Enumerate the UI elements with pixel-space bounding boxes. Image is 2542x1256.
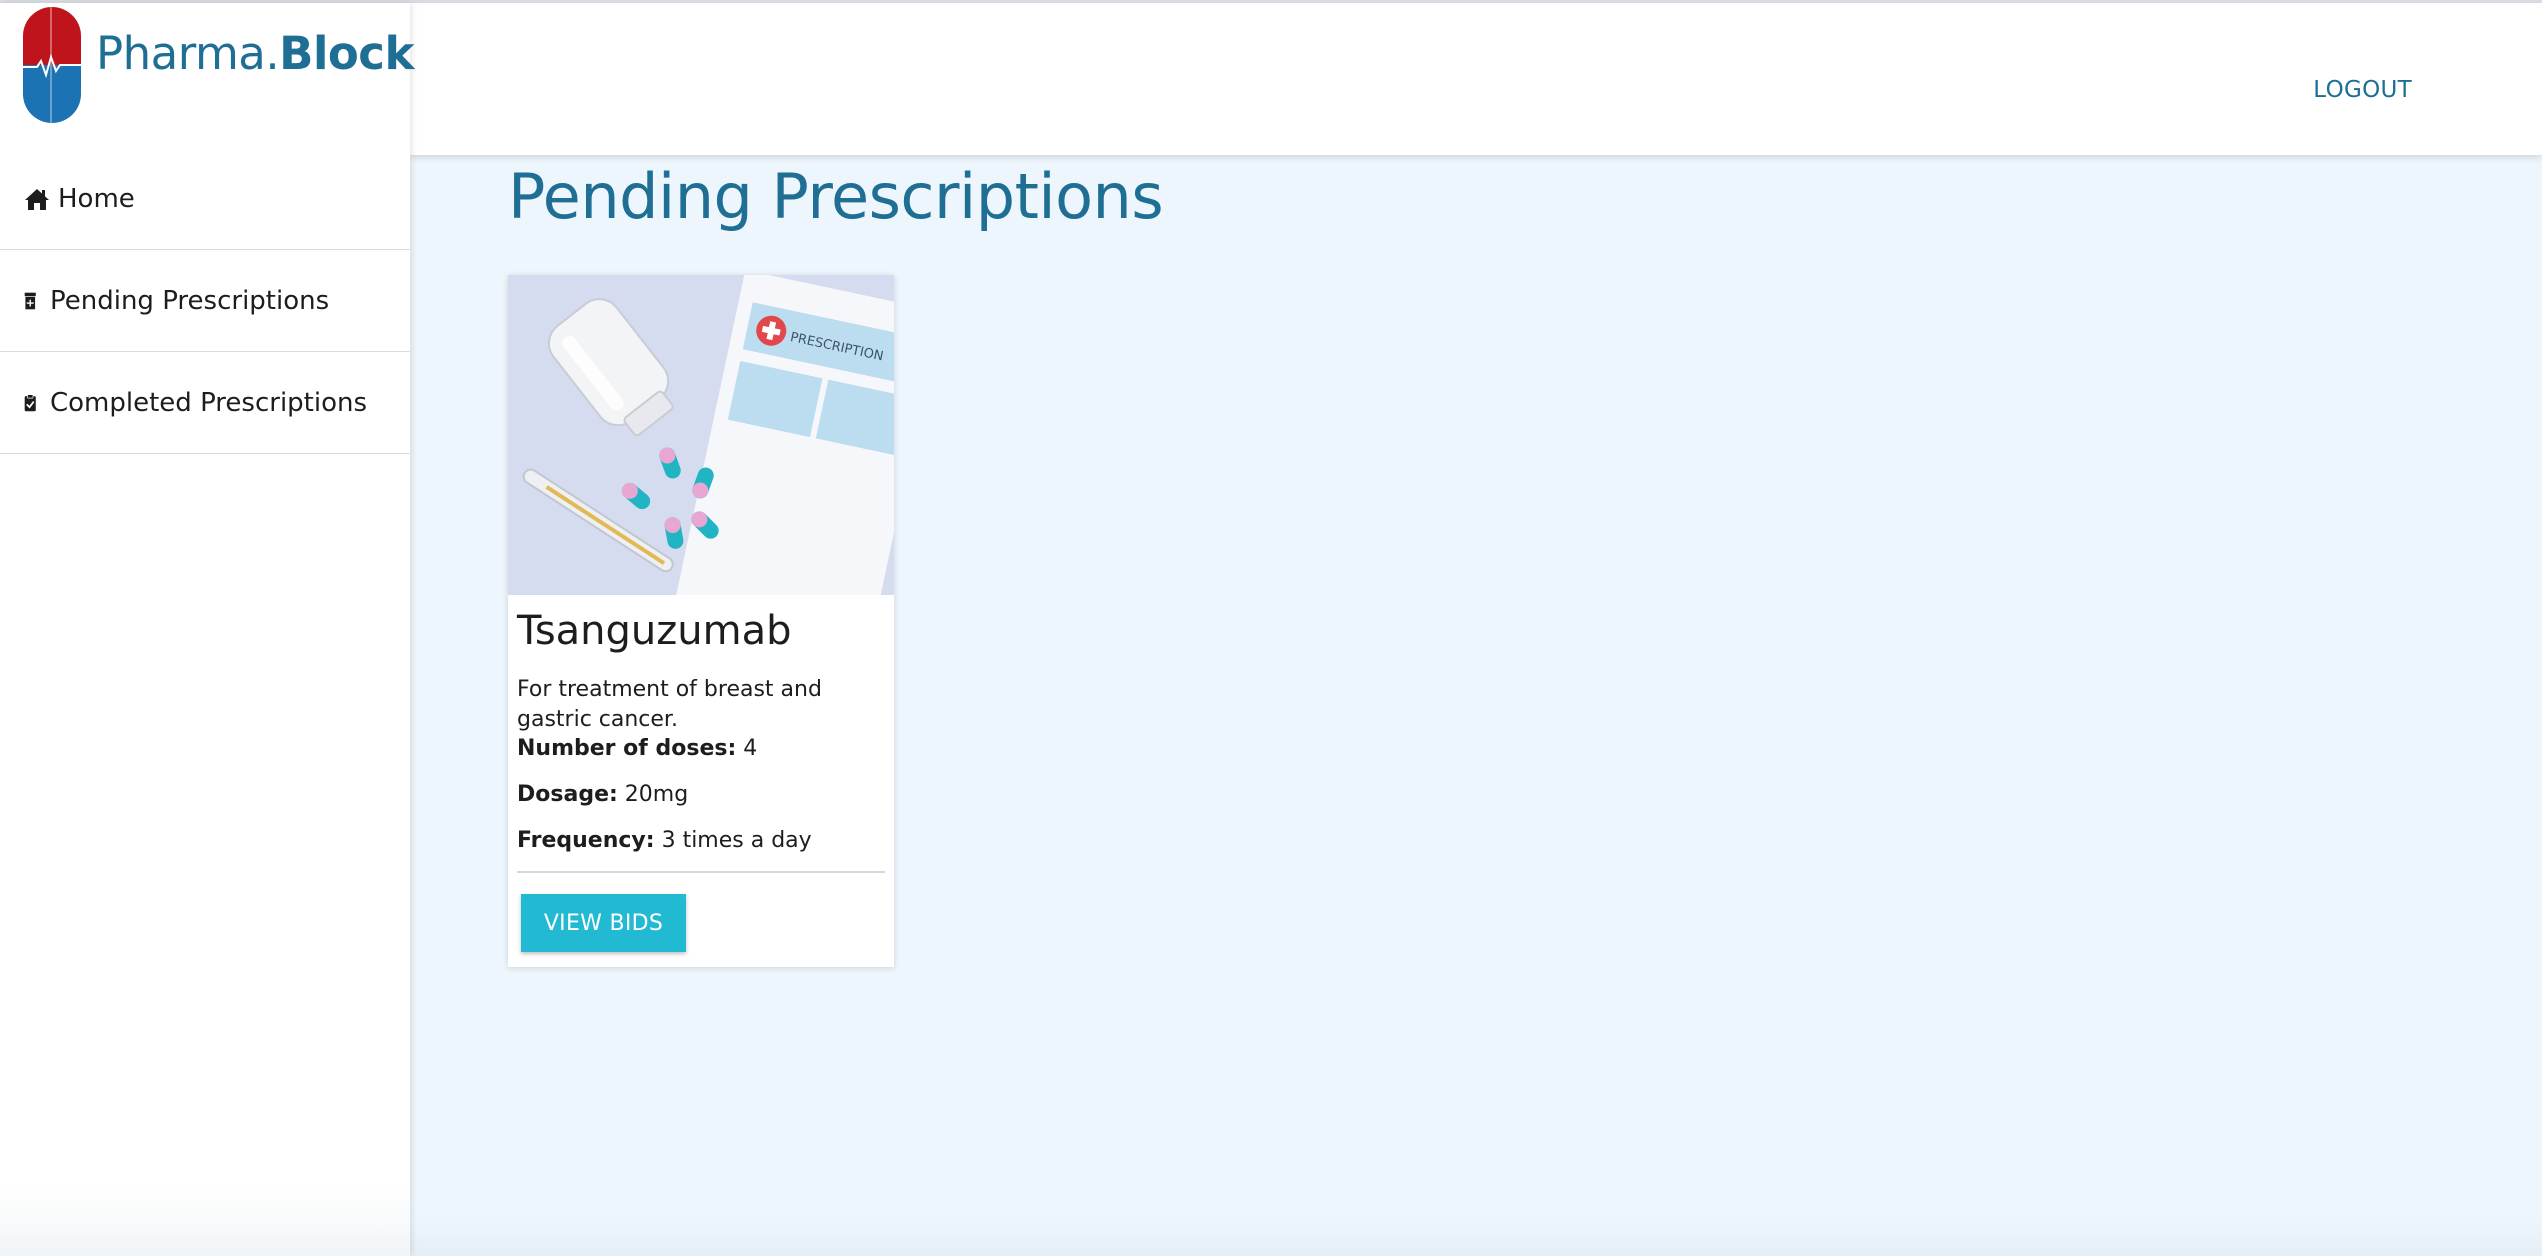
sidebar-item-completed-prescriptions[interactable]: Completed Prescriptions [0,352,410,454]
prescription-illustration: PRESCRIPTION [508,275,894,595]
sidebar-item-pending-prescriptions[interactable]: Pending Prescriptions [0,250,410,352]
clipboard-check-icon [24,393,36,411]
frequency-value: 3 times a day [661,828,812,853]
home-icon [25,188,49,210]
brand-name-light: Pharma. [96,27,280,80]
pharma-block-logo-icon [21,7,83,123]
dosage-value: 20mg [624,782,689,807]
sidebar-item-label: Pending Prescriptions [50,285,330,316]
prescription-card: PRESCRIPTION Tsanguzumab For treatment o… [508,275,894,967]
card-description: For treatment of breast and gastric canc… [517,677,822,732]
doses-label: Number of doses: [517,736,737,761]
card-divider [517,871,885,873]
brand-name: Pharma.Block [96,27,414,80]
prescription-card-image: PRESCRIPTION [508,275,894,595]
doses-value: 4 [743,736,758,761]
sidebar-item-home[interactable]: Home [0,148,410,250]
prescription-bottle-icon [24,292,36,309]
sidebar-item-label: Home [58,183,135,214]
sidebar-item-label: Completed Prescriptions [50,387,368,418]
card-frequency: Frequency: 3 times a day [517,828,812,853]
frequency-label: Frequency: [517,828,655,853]
view-bids-button[interactable]: VIEW BIDS [521,894,686,952]
dosage-label: Dosage: [517,782,618,807]
card-dosage: Dosage: 20mg [517,782,688,807]
logout-link[interactable]: LOGOUT [2313,77,2412,103]
page-title: Pending Prescriptions [508,160,1164,233]
bottom-fade [410,1216,2542,1256]
sidebar: Pharma.Block Home Pending Prescriptions … [0,3,414,1256]
card-title: Tsanguzumab [517,608,792,654]
top-header: LOGOUT [410,3,2542,155]
card-number-of-doses: Number of doses: 4 [517,736,757,761]
brand[interactable]: Pharma.Block [0,3,414,153]
brand-name-bold: Block [279,27,414,80]
